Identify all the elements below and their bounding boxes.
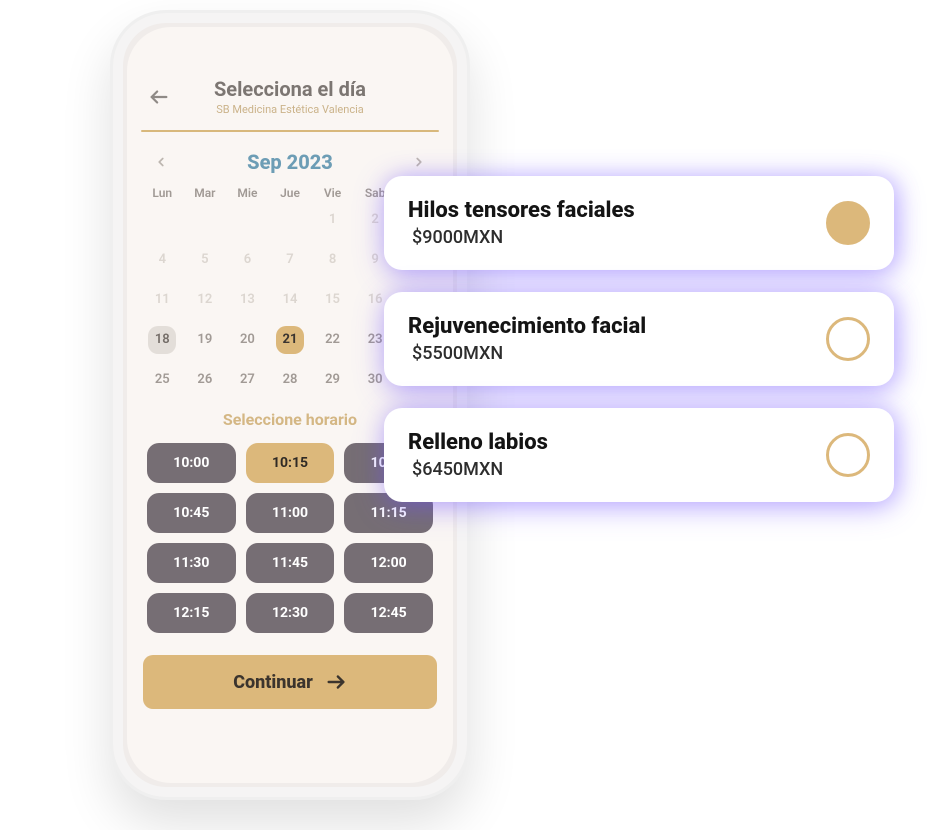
calendar-day[interactable]: 22 — [311, 326, 354, 354]
time-slot[interactable]: 12:45 — [344, 593, 433, 633]
calendar-day[interactable]: 21 — [276, 326, 304, 354]
calendar-day[interactable]: 8 — [311, 246, 354, 274]
app-header: Selecciona el día SB Medicina Estética V… — [127, 61, 453, 122]
calendar-day — [269, 206, 312, 234]
weekday-label: Mar — [184, 186, 227, 200]
service-option-card[interactable]: Rejuvenecimiento facial $5500MXN — [384, 292, 894, 386]
page-title: Selecciona el día — [145, 77, 435, 101]
time-slot[interactable]: 10:45 — [147, 493, 236, 533]
calendar-day[interactable]: 26 — [184, 366, 227, 394]
page-subtitle: SB Medicina Estética Valencia — [145, 103, 435, 116]
calendar-day[interactable]: 20 — [226, 326, 269, 354]
calendar-day[interactable]: 1 — [311, 206, 354, 234]
radio-icon[interactable] — [826, 201, 870, 245]
calendar-day[interactable]: 7 — [269, 246, 312, 274]
calendar-day[interactable]: 18 — [148, 326, 176, 354]
calendar-day[interactable]: 13 — [226, 286, 269, 314]
time-slot[interactable]: 11:30 — [147, 543, 236, 583]
calendar-day[interactable]: 12 — [184, 286, 227, 314]
service-option-price: $9000MXN — [408, 227, 635, 248]
weekday-label: Jue — [269, 186, 312, 200]
service-option-text: Relleno labios $6450MXN — [408, 430, 548, 480]
service-option-title: Relleno labios — [408, 430, 548, 455]
time-slot[interactable]: 12:00 — [344, 543, 433, 583]
continue-button[interactable]: Continuar — [143, 655, 437, 709]
service-option-price: $5500MXN — [408, 343, 646, 364]
prev-month-button[interactable] — [147, 148, 175, 176]
service-option-title: Rejuvenecimiento facial — [408, 314, 646, 339]
radio-icon[interactable] — [826, 433, 870, 477]
calendar-day[interactable]: 6 — [226, 246, 269, 274]
calendar-day[interactable]: 14 — [269, 286, 312, 314]
time-slot[interactable]: 11:45 — [246, 543, 335, 583]
calendar-day[interactable]: 28 — [269, 366, 312, 394]
calendar-day[interactable]: 27 — [226, 366, 269, 394]
calendar-day[interactable]: 5 — [184, 246, 227, 274]
calendar-day[interactable]: 29 — [311, 366, 354, 394]
service-option-text: Rejuvenecimiento facial $5500MXN — [408, 314, 646, 364]
weekday-label: Mie — [226, 186, 269, 200]
calendar-day — [226, 206, 269, 234]
calendar-day[interactable]: 4 — [141, 246, 184, 274]
continue-label: Continuar — [233, 672, 313, 693]
time-slot[interactable]: 12:30 — [246, 593, 335, 633]
calendar-day — [141, 206, 184, 234]
month-label: Sep 2023 — [247, 150, 333, 174]
arrow-right-icon — [325, 671, 347, 693]
time-slot[interactable]: 10:15 — [246, 443, 335, 483]
calendar-day[interactable]: 15 — [311, 286, 354, 314]
calendar-day — [184, 206, 227, 234]
service-options: Hilos tensores faciales $9000MXN Rejuvenec… — [384, 176, 894, 502]
service-option-text: Hilos tensores faciales $9000MXN — [408, 198, 635, 248]
time-slot[interactable]: 11:00 — [246, 493, 335, 533]
radio-icon[interactable] — [826, 317, 870, 361]
service-option-card[interactable]: Hilos tensores faciales $9000MXN — [384, 176, 894, 270]
calendar-day[interactable]: 25 — [141, 366, 184, 394]
weekday-label: Vie — [311, 186, 354, 200]
service-option-price: $6450MXN — [408, 459, 548, 480]
weekday-label: Lun — [141, 186, 184, 200]
calendar-day[interactable]: 11 — [141, 286, 184, 314]
time-slot[interactable]: 10:00 — [147, 443, 236, 483]
calendar-day[interactable]: 19 — [184, 326, 227, 354]
time-slot[interactable]: 12:15 — [147, 593, 236, 633]
service-option-card[interactable]: Relleno labios $6450MXN — [384, 408, 894, 502]
next-month-button[interactable] — [405, 148, 433, 176]
service-option-title: Hilos tensores faciales — [408, 198, 635, 223]
header-title-wrap: Selecciona el día SB Medicina Estética V… — [145, 77, 435, 116]
